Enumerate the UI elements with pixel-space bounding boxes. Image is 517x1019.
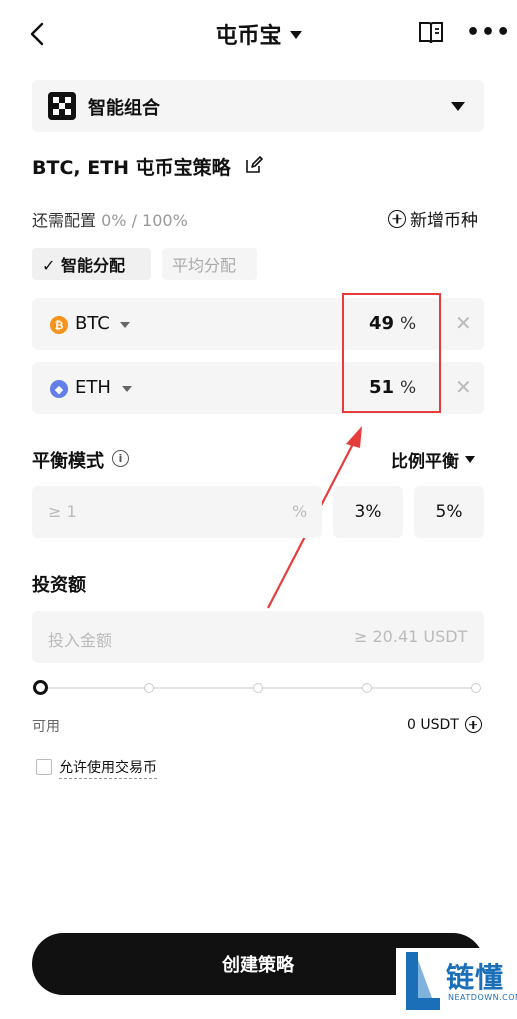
caret-down-icon[interactable] [451,102,465,111]
strategy-title: BTC, ETH 屯币宝策略 [32,157,231,179]
balance-threshold-unit: % [292,502,308,521]
slider-step-50[interactable] [253,683,263,693]
btc-icon: ₿ [50,316,68,334]
plus-circle-icon [388,209,406,228]
investment-label: 投资额 [32,575,86,596]
annotation-highlight-box [342,293,441,413]
tab-average-allocation[interactable]: 平均分配 [162,248,257,280]
chevron-down-icon [289,31,302,39]
page-title-text: 屯币宝 [215,24,282,49]
remove-eth-icon[interactable]: ✕ [455,375,472,399]
deposit-plus-icon[interactable] [464,716,482,733]
preset-3-button[interactable]: 3% [333,486,403,538]
watermark-subtext: NEATDOWN.COM [448,993,517,1002]
allow-trade-coin-checkbox[interactable] [36,759,52,775]
info-icon[interactable]: i [112,450,129,467]
available-value: 0 USDT [407,716,482,733]
allow-trade-coin-label[interactable]: 允许使用交易币 [59,757,157,779]
add-coin-label: 新增币种 [410,211,478,231]
need-config-label: 还需配置 0% / 100% [32,207,188,231]
portfolio-label: 智能组合 [88,98,160,119]
preset-5-button[interactable]: 5% [414,486,484,538]
book-icon[interactable] [417,20,445,46]
watermark-text: 链懂 [446,961,505,994]
edit-icon[interactable] [244,155,264,175]
caret-down-icon[interactable] [122,386,132,392]
balance-mode-selector[interactable]: 比例平衡 [391,447,475,472]
slider-step-25[interactable] [144,683,154,693]
investment-placeholder: 投入金额 [48,631,113,650]
amount-slider-thumb[interactable] [33,680,48,695]
coin-selector-eth[interactable]: ETH [75,377,111,398]
remove-btc-icon[interactable]: ✕ [455,311,472,335]
balance-threshold-placeholder: ≥ 1 [48,502,77,521]
watermark-logo-icon [406,952,440,1010]
available-amount: 0 USDT [407,716,459,733]
balance-mode-value: 比例平衡 [391,452,459,472]
more-icon[interactable]: ••• [466,22,511,44]
need-config-value: 0% / 100% [101,211,188,230]
coin-selector-btc[interactable]: BTC [75,313,110,334]
eth-icon: ◆ [50,380,68,398]
need-config-text: 还需配置 [32,211,97,230]
tab-smart-allocation[interactable]: ✓ 智能分配 [32,248,151,280]
investment-minimum: ≥ 20.41 USDT [354,627,468,646]
caret-down-icon[interactable] [120,322,130,328]
okx-logo-icon [48,92,76,120]
slider-step-75[interactable] [362,683,372,693]
caret-down-icon [465,456,475,463]
balance-mode-label: 平衡模式 [32,451,104,472]
available-label: 可用 [32,719,60,735]
slider-step-100[interactable] [471,683,481,693]
add-coin-button[interactable]: 新增币种 [388,206,478,231]
